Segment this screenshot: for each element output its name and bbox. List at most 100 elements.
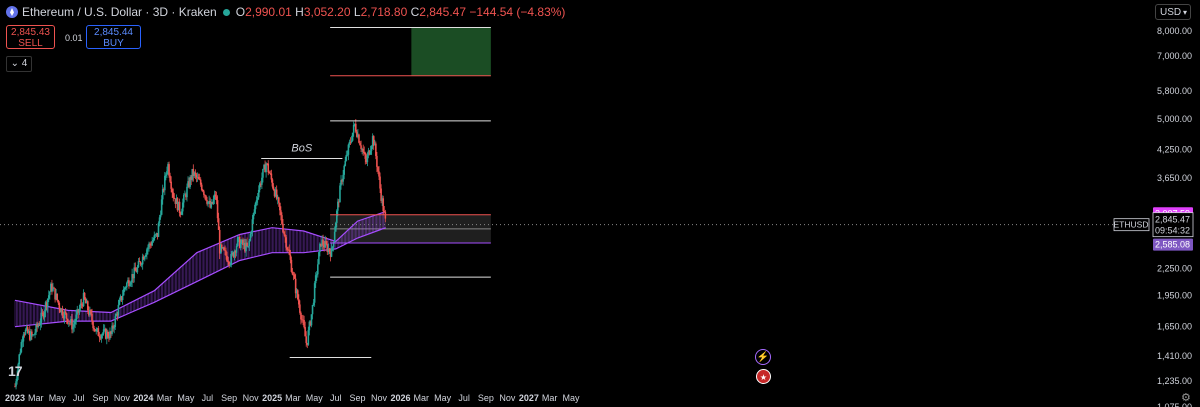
- candle-body: [369, 150, 372, 155]
- currency-selector[interactable]: USD ▾: [1155, 4, 1191, 20]
- candle-body: [248, 240, 251, 247]
- candle-body: [359, 142, 361, 146]
- candle-body: [161, 189, 164, 200]
- candle-body: [20, 342, 23, 353]
- candle-body: [130, 282, 132, 285]
- gear-icon[interactable]: ⚙: [1181, 391, 1191, 404]
- candle-body: [298, 299, 300, 305]
- candle-body: [364, 152, 367, 159]
- candle-body: [186, 186, 188, 198]
- candle-body: [168, 164, 170, 176]
- indicators-toggle[interactable]: ⌄ 4: [6, 56, 32, 72]
- candle-body: [256, 197, 259, 201]
- candle-body: [149, 243, 151, 245]
- lower-price-label-text: 2,585.08: [1155, 240, 1190, 250]
- candle-body: [280, 210, 282, 216]
- candle-body: [178, 201, 181, 213]
- candle-body: [307, 330, 310, 345]
- candle-body: [311, 304, 314, 315]
- candle-body: [107, 331, 109, 337]
- time-tick-label: 2023: [5, 393, 25, 403]
- candle-body: [147, 247, 149, 250]
- candle-body: [64, 311, 67, 314]
- candle-body: [296, 290, 299, 300]
- time-tick-label: 2026: [390, 393, 410, 403]
- candle-body: [379, 176, 381, 189]
- candle-body: [363, 151, 366, 153]
- candle-body: [95, 329, 98, 332]
- candle-body: [46, 298, 49, 308]
- price-axis: 8,000.00 7,000.00 5,800.00 5,000.00 4,250.00…: [1114, 26, 1194, 407]
- ohlc-values: O2,990.01 H3,052.20 L2,718.80 C2,845.47 …: [235, 5, 566, 19]
- candle-body: [345, 154, 348, 161]
- candle-body: [159, 214, 162, 218]
- price-tick-label: 5,000.00: [1157, 114, 1192, 124]
- sell-button[interactable]: 2,845.43 SELL: [6, 25, 55, 49]
- candle-body: [92, 321, 94, 329]
- currency-label: USD: [1160, 7, 1182, 18]
- candle-body: [93, 328, 95, 330]
- candle-body: [254, 202, 257, 210]
- candle-body: [362, 148, 364, 152]
- time-tick-label: Sep: [350, 393, 366, 403]
- candle-body: [279, 202, 281, 211]
- candle-body: [228, 261, 230, 265]
- candle-body: [90, 310, 92, 314]
- candle-body: [74, 321, 76, 325]
- candle-body: [281, 215, 283, 224]
- symbol-tag: ETHUSD: [1114, 220, 1149, 230]
- market-open-indicator: [222, 8, 230, 16]
- candle-body: [114, 316, 117, 327]
- candle-body: [19, 352, 22, 355]
- current-price-label: 2,845.4709:54:32 ETHUSD: [1114, 212, 1194, 238]
- time-tick-label: May: [306, 393, 324, 403]
- annotations: BoS: [291, 143, 312, 155]
- candle-body: [217, 218, 220, 230]
- time-tick-label: Nov: [243, 393, 260, 403]
- price-tick-label: 1,410.00: [1157, 351, 1192, 361]
- symbol-title[interactable]: Ethereum / U.S. Dollar · 3D · Kraken: [22, 5, 217, 19]
- candle-body: [337, 201, 339, 211]
- tradingview-logo[interactable]: 17: [8, 363, 23, 379]
- candle-body: [49, 291, 51, 296]
- candle-body: [377, 166, 379, 172]
- price-tick-label: 2,250.00: [1157, 264, 1192, 274]
- candle-body: [376, 155, 378, 167]
- candle-body: [317, 264, 319, 275]
- candle-body: [322, 239, 324, 246]
- candle-body: [14, 386, 16, 388]
- candle-body: [283, 231, 285, 235]
- buy-button[interactable]: 2,845.44 BUY: [86, 25, 141, 49]
- candle-body: [257, 189, 260, 198]
- candle-body: [366, 155, 369, 163]
- candle-body: [265, 163, 267, 173]
- flash-icon[interactable]: ⚡: [755, 349, 771, 365]
- candle-body: [153, 235, 156, 240]
- us-flag-icon[interactable]: ★: [756, 369, 771, 384]
- candle-body: [145, 254, 147, 257]
- candle-body: [347, 144, 350, 155]
- candle-body: [370, 146, 373, 151]
- candle-body: [113, 326, 115, 329]
- horizontal-levels: [0, 27, 1118, 359]
- candle-body: [325, 241, 328, 245]
- chevron-down-icon: ▾: [1182, 8, 1187, 17]
- candle-body: [383, 211, 386, 212]
- candle-body: [331, 246, 334, 248]
- candle-body: [139, 261, 142, 265]
- time-tick-label: Mar: [28, 393, 44, 403]
- candle-body: [202, 189, 204, 192]
- candle-body: [146, 249, 148, 255]
- buy-price: 2,845.44: [94, 27, 133, 38]
- candle-body: [157, 223, 160, 237]
- candle-body: [285, 237, 287, 248]
- candle-body: [313, 283, 316, 303]
- candle-body: [207, 201, 209, 204]
- candle-body: [350, 140, 353, 143]
- time-tick-label: Nov: [114, 393, 131, 403]
- sell-label: SELL: [18, 38, 43, 49]
- candle-body: [80, 303, 83, 305]
- price-chart[interactable]: BoS 8,000.00 7,000.00 5,800.00 5,000.00 4,25…: [0, 0, 1200, 407]
- candle-body: [98, 335, 101, 338]
- candle-body: [328, 248, 331, 252]
